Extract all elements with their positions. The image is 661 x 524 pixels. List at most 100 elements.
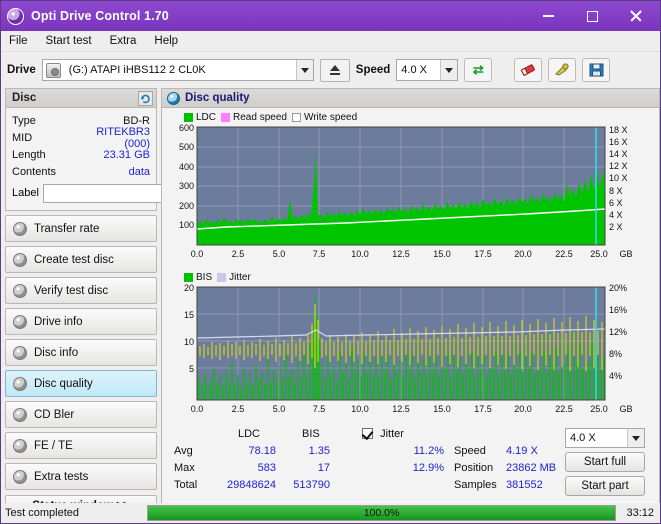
svg-text:20.0: 20.0	[514, 404, 532, 414]
legend-ldc: LDC	[184, 112, 216, 123]
sidebar-item-disc-quality[interactable]: Disc quality	[5, 370, 157, 397]
svg-text:0.0: 0.0	[191, 249, 204, 259]
svg-text:17.5: 17.5	[474, 249, 492, 259]
legend-label: BIS	[196, 272, 213, 283]
speed-select[interactable]: 4.0 X	[396, 59, 459, 81]
sidebar-item-fe-te[interactable]: FE / TE	[5, 432, 157, 459]
svg-text:10.0: 10.0	[351, 404, 369, 414]
settings-button[interactable]	[548, 58, 577, 82]
floppy-disk-icon	[589, 63, 604, 77]
samples-stat-label: Samples	[454, 479, 497, 491]
menu-item-help[interactable]: Help	[154, 35, 178, 47]
jitter-checkbox[interactable]	[362, 428, 373, 439]
sidebar-item-label: Verify test disc	[34, 284, 109, 297]
sidebar-item-cd-bler[interactable]: CD Bler	[5, 401, 157, 428]
refresh-button[interactable]: ⇄	[464, 58, 493, 82]
svg-text:GB: GB	[619, 249, 632, 259]
legend-write-speed: Write speed	[291, 112, 358, 123]
main-panel: Disc quality LDC Read speed Write speed …	[161, 88, 660, 517]
stats-avg-jitter: 11.2%	[413, 445, 444, 457]
svg-text:22.5: 22.5	[555, 249, 573, 259]
sidebar-item-verify-test-disc[interactable]: Verify test disc	[5, 277, 157, 304]
legend-label: Write speed	[303, 112, 358, 123]
svg-text:15.0: 15.0	[433, 249, 451, 259]
stats-avg-bis: 1.35	[308, 445, 330, 457]
app-logo-icon	[7, 7, 24, 25]
legend-label: LDC	[196, 112, 217, 123]
chevron-down-icon[interactable]	[440, 60, 458, 80]
svg-text:10: 10	[184, 337, 194, 347]
legend-label: Read speed	[233, 112, 287, 123]
title-bar: Opti Drive Control 1.70	[1, 1, 660, 31]
svg-text:15.0: 15.0	[433, 404, 451, 414]
disc-refresh-button[interactable]	[138, 90, 153, 106]
disc-contents-row: Contents data	[12, 163, 150, 180]
sidebar-item-label: Create test disc	[34, 253, 114, 266]
disc-contents-value: data	[128, 165, 150, 178]
minimize-button[interactable]	[526, 2, 570, 30]
disc-info-list: Type BD-R MID RITEKBR3 (000) Length 23.3…	[6, 108, 243, 210]
start-part-button[interactable]: Start part	[565, 476, 645, 496]
main-panel-title: Disc quality	[185, 92, 250, 104]
stats-total-ldc: 29848624	[227, 479, 276, 491]
eject-button[interactable]	[319, 58, 350, 82]
svg-text:20: 20	[184, 284, 194, 293]
legend-label: Jitter	[229, 272, 251, 283]
content-area: Disc Type BD-R MID RITEKBR3 (000) Length…	[1, 88, 660, 517]
menu-item-start-test[interactable]: Start test	[46, 35, 92, 47]
bis-jitter-chart: 20 15 10 5 20% 16% 12% 8% 4% 0.0 2.5 5.0…	[166, 284, 655, 424]
legend-jitter: Jitter	[217, 272, 251, 283]
drive-select[interactable]: (G:) ATAPI iHBS112 2 CL0K	[41, 59, 314, 81]
menu-item-extra[interactable]: Extra	[110, 35, 137, 47]
chevron-down-icon[interactable]	[627, 429, 644, 447]
sidebar-item-create-test-disc[interactable]: Create test disc	[5, 246, 157, 273]
sidebar-item-transfer-rate[interactable]: Transfer rate	[5, 215, 157, 242]
disc-icon	[13, 252, 27, 267]
svg-text:2 X: 2 X	[609, 222, 623, 232]
position-stat-label: Position	[454, 462, 494, 474]
legend-swatch-icon	[221, 113, 231, 122]
chevron-down-icon[interactable]	[295, 60, 313, 80]
svg-text:18 X: 18 X	[609, 125, 628, 135]
app-window: Opti Drive Control 1.70 File Start test …	[0, 0, 661, 524]
disc-icon	[13, 221, 27, 236]
disc-icon	[13, 283, 27, 298]
sidebar-item-extra-tests[interactable]: Extra tests	[5, 463, 157, 490]
jitter-checkbox-wrap[interactable]: Jitter	[362, 428, 404, 440]
stats-max-ldc: 583	[257, 462, 276, 474]
main-panel-header: Disc quality	[162, 89, 659, 108]
test-speed-value: 4.0 X	[570, 432, 596, 444]
svg-text:2.5: 2.5	[232, 249, 245, 259]
test-speed-select[interactable]: 4.0 X	[565, 428, 645, 448]
svg-text:500: 500	[179, 142, 194, 152]
svg-text:100: 100	[179, 220, 194, 230]
svg-text:8%: 8%	[609, 349, 622, 359]
svg-text:7.5: 7.5	[313, 404, 326, 414]
speed-label: Speed	[355, 64, 391, 76]
legend-swatch-icon	[184, 273, 193, 282]
disc-label-key: Label	[12, 187, 39, 199]
status-bar: Test completed 100.0% 33:12	[1, 503, 660, 523]
start-full-button[interactable]: Start full	[565, 452, 645, 472]
svg-text:7.5: 7.5	[313, 249, 326, 259]
disc-icon	[13, 407, 27, 422]
sidebar-item-label: Disc quality	[34, 377, 93, 390]
stats-col-bis: BIS	[302, 428, 320, 440]
stats-avg-ldc: 78.18	[248, 445, 276, 457]
svg-text:12.5: 12.5	[392, 404, 410, 414]
wrench-icon	[555, 63, 569, 76]
stats-area: LDC BIS Avg 78.18 1.35 Max 583 17 Total …	[166, 428, 655, 498]
sidebar-item-disc-info[interactable]: Disc info	[5, 339, 157, 366]
sidebar-item-drive-info[interactable]: Drive info	[5, 308, 157, 335]
svg-text:5: 5	[189, 364, 194, 374]
close-button[interactable]	[614, 2, 658, 30]
sidebar-item-label: Drive info	[34, 315, 83, 328]
eraser-button[interactable]	[514, 58, 543, 82]
save-button[interactable]	[582, 58, 611, 82]
sidebar: Disc Type BD-R MID RITEKBR3 (000) Length…	[5, 88, 243, 517]
stats-total-bis: 513790	[293, 479, 330, 491]
maximize-button[interactable]	[570, 2, 614, 30]
menu-item-file[interactable]: File	[9, 35, 28, 47]
position-stat-value: 23862 MB	[506, 462, 557, 474]
sidebar-item-label: Disc info	[34, 346, 79, 359]
